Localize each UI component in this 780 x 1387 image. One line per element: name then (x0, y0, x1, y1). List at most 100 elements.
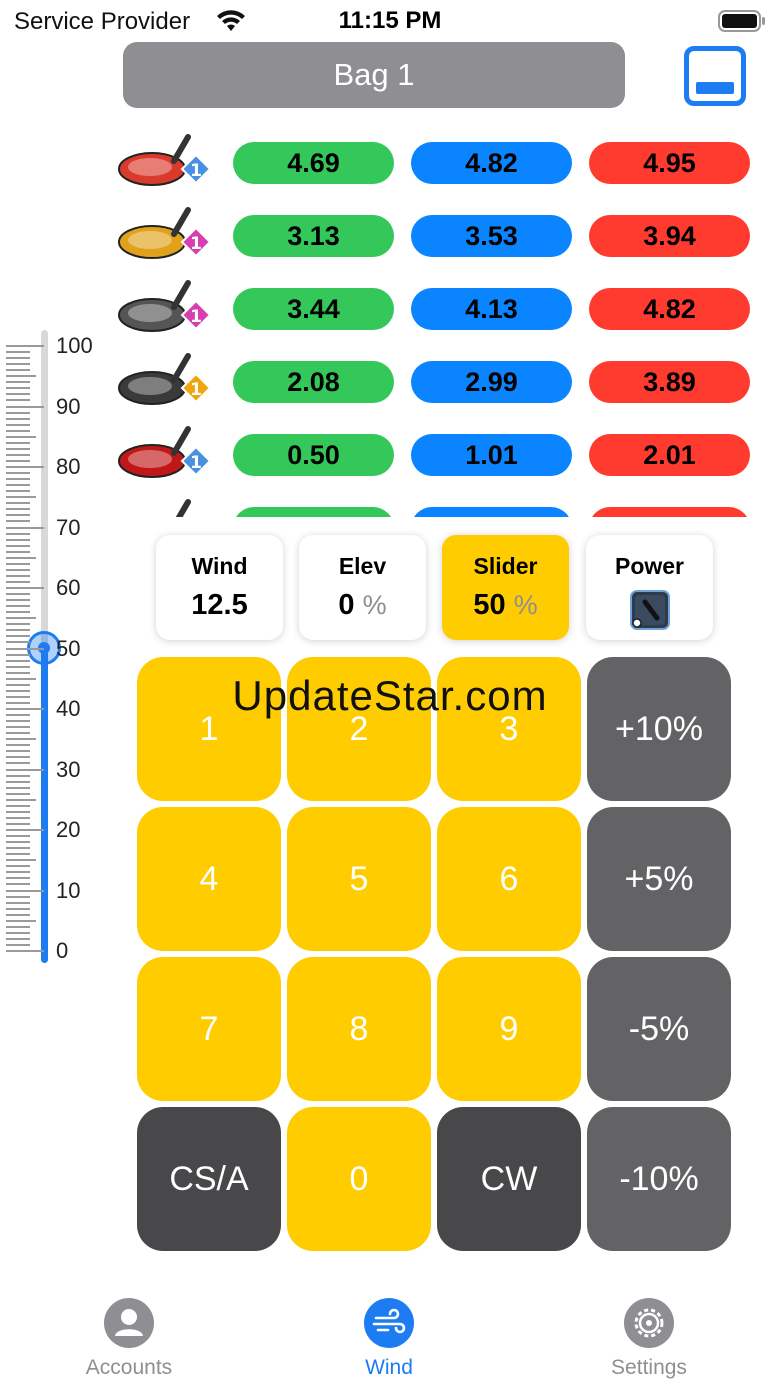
ruler-label: 20 (56, 817, 81, 842)
ruler-tick (6, 363, 30, 366)
min-distance-pill: 2.08 (233, 361, 394, 403)
club-list[interactable]: 1 4.69 4.82 4.95 1 3.13 3.53 3.94 1 3.44 4.13 4.82 1… (0, 127, 780, 517)
ruler-tick (6, 550, 30, 553)
power-card[interactable]: Power (586, 535, 713, 640)
ruler-tick (6, 593, 30, 596)
ruler-tick (6, 895, 30, 898)
club-row[interactable]: 1 3.13 3.53 3.94 (0, 200, 780, 273)
power-card-title: Power (614, 553, 685, 579)
ruler-tick (6, 750, 30, 753)
minus-10-percent-button[interactable]: -10% (587, 1107, 731, 1251)
ruler-label: 70 (56, 514, 81, 540)
ruler-tick (6, 762, 30, 765)
ruler-tick (6, 496, 36, 499)
ruler-tick (6, 417, 30, 420)
ruler-tick (6, 925, 30, 928)
power-slider[interactable]: 100 90 80 70 60 50 40 30 20 10 0 (0, 325, 110, 965)
club-row[interactable]: 1 4.69 4.82 4.95 (0, 127, 780, 200)
panel-toggle-button[interactable] (684, 46, 746, 106)
club-row[interactable] (0, 492, 780, 517)
slider-card[interactable]: Slider 50 % (442, 535, 569, 640)
club-head-icon: 1 (118, 280, 212, 332)
ruler-tick (6, 453, 30, 456)
mid-distance-pill: 1.01 (411, 434, 572, 476)
ruler-tick (6, 847, 30, 850)
ruler-tick (6, 804, 30, 807)
tab-wind[interactable]: Wind (299, 1298, 479, 1380)
key-8[interactable]: 8 (287, 957, 431, 1101)
mid-distance-pill: 3.53 (411, 215, 572, 257)
club-row[interactable]: 1 3.44 4.13 4.82 (0, 273, 780, 346)
ruler-tick (6, 816, 30, 819)
max-distance-pill: 2.01 (589, 434, 750, 476)
status-bar: Service Provider 11:15 PM (0, 0, 780, 42)
ruler-tick (6, 859, 36, 862)
ruler-tick (6, 447, 30, 450)
key-4[interactable]: 4 (137, 807, 281, 951)
ruler-tick (6, 387, 30, 390)
wind-card-value: 12.5 (191, 589, 248, 621)
ruler-tick (6, 871, 30, 874)
key-9[interactable]: 9 (437, 957, 581, 1101)
elev-card[interactable]: Elev 0 % (299, 535, 426, 640)
minus-5-percent-button[interactable]: -5% (587, 957, 731, 1101)
ruler-tick (6, 587, 44, 589)
ruler-label: 50 (56, 635, 81, 661)
tab-accounts[interactable]: Accounts (39, 1298, 219, 1380)
ruler-tick (6, 641, 30, 644)
min-distance-pill: 3.44 (233, 288, 394, 330)
ruler-tick (6, 901, 30, 904)
plus-5-percent-button[interactable]: +5% (587, 807, 731, 951)
ruler-label: 60 (56, 575, 81, 600)
ruler-tick (6, 653, 30, 656)
club-head-icon: 1 (118, 426, 212, 478)
ruler-tick (6, 919, 36, 922)
ruler-tick (6, 568, 30, 571)
ruler-tick (6, 931, 30, 934)
key-0[interactable]: 0 (287, 1107, 431, 1251)
ruler-tick (6, 484, 30, 487)
key-5[interactable]: 5 (287, 807, 431, 951)
ruler-tick (6, 629, 30, 632)
ruler-tick (6, 738, 36, 741)
wind-card[interactable]: Wind 12.5 (156, 535, 283, 640)
club-row[interactable]: 1 0.50 1.01 2.01 (0, 419, 780, 492)
cw-button[interactable]: CW (437, 1107, 581, 1251)
tab-settings-label: Settings (611, 1356, 687, 1379)
max-distance-pill: 3.94 (589, 215, 750, 257)
person-icon (104, 1298, 154, 1348)
ruler-label: 10 (56, 877, 81, 903)
ruler-tick (6, 841, 30, 844)
ruler-tick (6, 508, 30, 511)
key-6[interactable]: 6 (437, 807, 581, 951)
wind-card-title: Wind (191, 553, 248, 579)
ruler-tick (6, 611, 30, 614)
csa-button[interactable]: CS/A (137, 1107, 281, 1251)
ruler-tick (6, 435, 36, 438)
ruler-tick (6, 441, 30, 444)
key-7[interactable]: 7 (137, 957, 281, 1101)
ruler-tick (6, 423, 30, 426)
min-distance-pill: 3.13 (233, 215, 394, 257)
ruler-tick (6, 532, 30, 535)
ruler-tick (6, 369, 30, 372)
club-level-label: 1 (190, 307, 202, 327)
max-distance-pill: 4.82 (589, 288, 750, 330)
ruler-tick (6, 490, 30, 493)
ruler-tick (6, 502, 30, 505)
ruler-tick (6, 472, 30, 475)
club-head-icon: 1 (118, 134, 212, 186)
ruler-tick (6, 756, 30, 759)
club-row[interactable]: 1 2.08 2.99 3.89 (0, 346, 780, 419)
ruler-tick (6, 829, 44, 831)
ruler-tick (6, 744, 30, 747)
min-distance-pill: 0.50 (233, 434, 394, 476)
ruler-tick (6, 393, 30, 396)
bag-selector-button[interactable]: Bag 1 (123, 42, 625, 108)
ruler-tick (6, 726, 30, 729)
ruler-tick (6, 732, 30, 735)
club-level-label: 1 (190, 453, 202, 473)
ruler-tick (6, 375, 36, 378)
tab-settings[interactable]: Settings (559, 1298, 739, 1380)
club-level-label: 1 (190, 161, 202, 181)
